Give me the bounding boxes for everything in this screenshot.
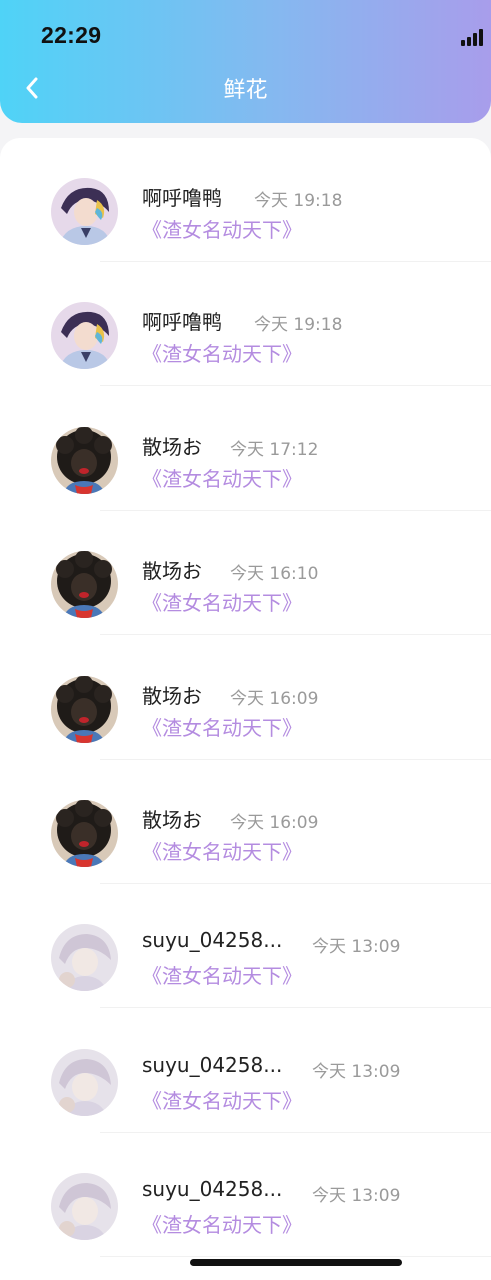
list-item[interactable]: 散场お 今天 16:09 《渣女名动天下》 (0, 636, 491, 760)
avatar[interactable] (51, 178, 118, 245)
book-title[interactable]: 《渣女名动天下》 (142, 214, 302, 243)
book-title[interactable]: 《渣女名动天下》 (142, 1085, 302, 1114)
list-item[interactable]: 啊呼噜鸭 今天 19:18 《渣女名动天下》 (0, 138, 491, 262)
user-name: suyu_04258... (142, 1052, 283, 1077)
timestamp: 今天 16:10 (230, 564, 319, 585)
divider (100, 1256, 491, 1258)
timestamp: 今天 16:09 (230, 688, 319, 709)
dark-curly-avatar (51, 800, 118, 867)
timestamp: 今天 19:18 (254, 315, 343, 336)
anime-boy-avatar (51, 302, 118, 370)
avatar[interactable] (51, 302, 118, 370)
status-time: 22:29 (41, 22, 102, 48)
timestamp: 今天 13:09 (312, 937, 401, 958)
avatar[interactable] (51, 1173, 118, 1241)
list-item[interactable]: 散场お 今天 16:09 《渣女名动天下》 (0, 760, 491, 884)
list-item[interactable]: 散场お 今天 16:10 《渣女名动天下》 (0, 511, 491, 636)
timestamp: 今天 17:12 (230, 439, 319, 460)
timestamp: 今天 13:09 (312, 1061, 401, 1082)
user-name: 散场お (142, 434, 202, 459)
timestamp: 今天 19:18 (254, 191, 343, 211)
user-name: 散场お (142, 683, 202, 708)
list-item[interactable]: 啊呼噜鸭 今天 19:18 《渣女名动天下》 (0, 262, 491, 387)
user-name: 啊呼噜鸭 (142, 310, 222, 335)
timestamp: 今天 13:09 (312, 1186, 401, 1207)
pale-anime-avatar (51, 1048, 118, 1116)
dark-curly-avatar (51, 675, 118, 743)
list-item[interactable]: 散场お 今天 17:12 《渣女名动天下》 (0, 387, 491, 511)
user-name: suyu_04258... (142, 928, 283, 953)
anime-boy-avatar (51, 178, 118, 245)
home-indicator[interactable] (190, 1259, 402, 1266)
dark-curly-avatar (51, 551, 118, 619)
list-item[interactable]: suyu_04258... 今天 13:09 《渣女名动天下》 (0, 1009, 491, 1133)
user-name: 散场お (142, 559, 202, 584)
avatar[interactable] (51, 800, 118, 867)
dark-curly-avatar (51, 426, 118, 494)
list-item[interactable]: suyu_04258... 今天 13:09 《渣女名动天下》 (0, 884, 491, 1009)
book-title[interactable]: 《渣女名动天下》 (142, 836, 302, 865)
user-name: suyu_04258... (142, 1177, 283, 1202)
book-title[interactable]: 《渣女名动天下》 (142, 463, 302, 492)
avatar[interactable] (51, 426, 118, 494)
book-title[interactable]: 《渣女名动天下》 (142, 960, 302, 989)
book-title[interactable]: 《渣女名动天下》 (142, 587, 302, 616)
header-bar: 22:29 鲜花 (0, 0, 491, 123)
timestamp: 今天 16:09 (230, 813, 319, 833)
user-name: 散场お (142, 808, 202, 832)
pale-anime-avatar (51, 924, 118, 992)
avatar[interactable] (51, 551, 118, 619)
pale-anime-avatar (51, 1173, 118, 1241)
book-title[interactable]: 《渣女名动天下》 (142, 712, 302, 741)
book-title[interactable]: 《渣女名动天下》 (142, 338, 302, 367)
signal-icon (461, 28, 491, 46)
flower-record-list[interactable]: 啊呼噜鸭 今天 19:18 《渣女名动天下》 啊呼噜鸭 今天 19:18 《渣女名动天下》… (0, 138, 491, 1280)
phone-screen: 22:29 鲜花 啊呼噜鸭 今天 19:18 《渣女名动天下》 啊呼噜鸭 今天 19:1… (0, 0, 491, 1280)
avatar[interactable] (51, 924, 118, 992)
avatar[interactable] (51, 1048, 118, 1116)
list-item[interactable]: suyu_04258... 今天 13:09 《渣女名动天下》 (0, 1133, 491, 1258)
avatar[interactable] (51, 675, 118, 743)
book-title[interactable]: 《渣女名动天下》 (142, 1209, 302, 1238)
user-name: 啊呼噜鸭 (142, 186, 222, 210)
page-title: 鲜花 (223, 78, 268, 103)
